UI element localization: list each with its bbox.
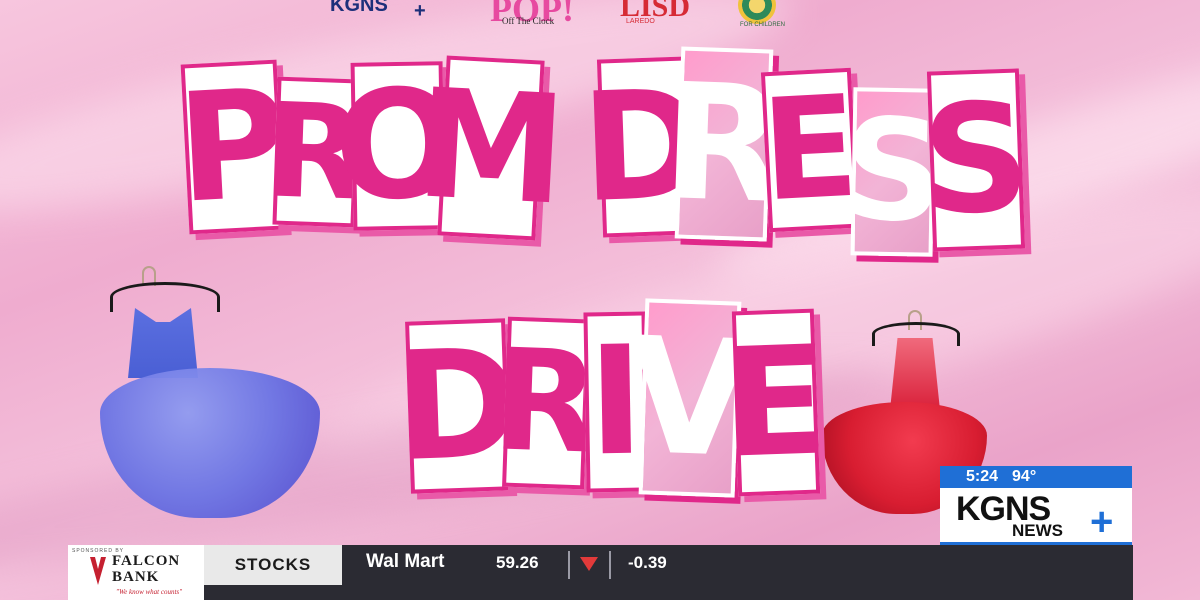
stocks-section-label: STOCKS: [204, 545, 342, 585]
station-logo: KGNS NEWS +: [940, 488, 1132, 546]
sponsor-logo: SPONSORED BY FALCON BANK "We know what c…: [68, 545, 204, 600]
stock-price: 59.26: [496, 553, 539, 572]
video-frame: KGNS + POP! Off The Clock LISD LAREDO FO…: [0, 0, 1200, 600]
down-arrow-icon: [580, 557, 598, 571]
stock-change: -0.39: [628, 553, 667, 572]
divider: [568, 551, 570, 579]
stock-ticker: SPONSORED BY FALCON BANK "We know what c…: [68, 545, 1133, 600]
sponsor-name: BANK: [112, 569, 160, 585]
falcon-bank-mark-icon: [90, 557, 106, 585]
sponsor-name: FALCON: [112, 553, 181, 569]
plus-icon: +: [1090, 500, 1114, 544]
headline-letter: E: [722, 308, 830, 497]
station-logo-sub: NEWS: [1012, 521, 1063, 540]
station-bug: 5:24 94° KGNS NEWS +: [940, 466, 1132, 546]
headline-letter: M: [411, 55, 571, 241]
clock-time: 5:24: [966, 468, 999, 485]
divider: [609, 551, 611, 579]
sponsor-tagline: "We know what counts": [116, 588, 183, 596]
time-temp-bar: 5:24 94°: [940, 466, 1132, 488]
stock-company: Wal Mart: [366, 551, 445, 572]
headline-letter: S: [919, 68, 1033, 252]
temperature: 94°: [1012, 468, 1037, 485]
stocks-tab-underline: [204, 585, 342, 600]
headline-letter: R: [489, 316, 603, 490]
